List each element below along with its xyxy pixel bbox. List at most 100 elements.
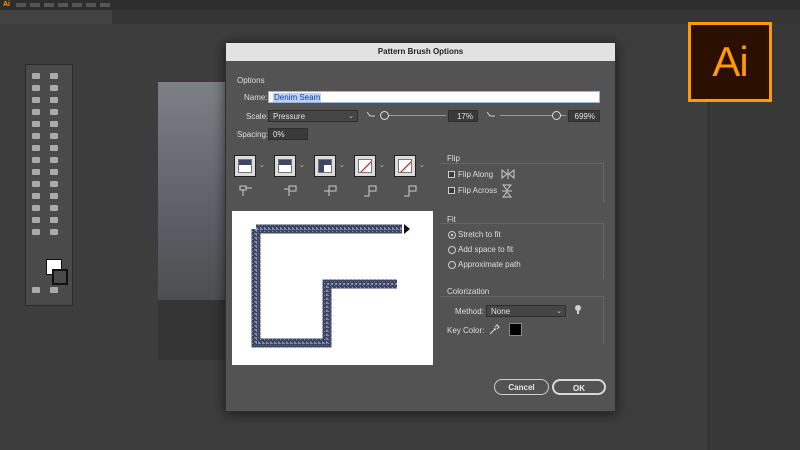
tips-lightbulb-icon[interactable]	[574, 304, 582, 316]
paintbrush-tool-icon[interactable]	[50, 121, 58, 127]
blend-tool-icon[interactable]	[50, 193, 58, 199]
name-value: Denim Seam	[273, 93, 322, 102]
inner-corner-type-icon	[324, 185, 337, 196]
eyedropper-tool-icon[interactable]	[32, 193, 40, 199]
cancel-button[interactable]: Cancel	[494, 379, 549, 395]
end-tile[interactable]	[394, 155, 416, 177]
flip-along-icon	[501, 169, 515, 179]
pen-tool-icon[interactable]	[32, 97, 40, 103]
shape-builder-tool-icon[interactable]	[32, 169, 40, 175]
method-dropdown[interactable]: None ⌄	[486, 305, 566, 317]
outer-corner-tile[interactable]	[274, 155, 296, 177]
menu-item[interactable]	[100, 3, 110, 7]
width-tool-icon[interactable]	[32, 157, 40, 163]
none-slash-icon	[398, 159, 412, 173]
outer-corner-type-icon	[284, 185, 297, 196]
app-mini-logo: Ai	[3, 1, 10, 8]
start-tile[interactable]	[354, 155, 376, 177]
menu-item[interactable]	[86, 3, 96, 7]
colorization-heading: Colorization	[447, 287, 490, 296]
pattern-brush-options-dialog: Pattern Brush Options Options Name: Deni…	[225, 42, 616, 412]
flip-across-checkbox[interactable]	[448, 187, 455, 194]
chevron-down-icon[interactable]: ⌄	[339, 161, 345, 169]
pattern-preview-path	[251, 224, 410, 348]
menu-item[interactable]	[72, 3, 82, 7]
name-field[interactable]: Denim Seam	[268, 91, 600, 103]
flip-group	[440, 163, 604, 203]
method-value: None	[491, 307, 511, 316]
flip-along-checkbox[interactable]	[448, 171, 455, 178]
inner-corner-tile[interactable]	[314, 155, 336, 177]
menu-item[interactable]	[44, 3, 54, 7]
screen-mode-icon[interactable]	[50, 287, 58, 293]
scale-max-field[interactable]: 699%	[568, 110, 600, 122]
key-color-label: Key Color:	[447, 326, 485, 335]
column-graph-tool-icon[interactable]	[50, 205, 58, 211]
ok-button[interactable]: OK	[552, 379, 606, 395]
brush-preview	[232, 211, 433, 365]
menu-item[interactable]	[30, 3, 40, 7]
stretch-to-fit-label: Stretch to fit	[458, 230, 501, 239]
approximate-path-label: Approximate path	[458, 260, 521, 269]
spacing-label: Spacing:	[237, 130, 269, 139]
lasso-tool-icon[interactable]	[50, 85, 58, 91]
hand-tool-icon[interactable]	[32, 229, 40, 235]
rectangle-tool-icon[interactable]	[32, 121, 40, 127]
pencil-tool-icon[interactable]	[32, 133, 40, 139]
document-tab[interactable]	[0, 10, 112, 24]
mesh-tool-icon[interactable]	[32, 181, 40, 187]
dialog-title: Pattern Brush Options	[226, 43, 615, 61]
none-slash-icon	[358, 159, 372, 173]
artboard	[158, 82, 228, 322]
side-tile-preview	[238, 159, 252, 173]
chevron-down-icon[interactable]: ⌄	[299, 161, 305, 169]
eyedropper-icon[interactable]	[488, 324, 500, 336]
side-tile[interactable]	[234, 155, 256, 177]
flip-heading: Flip	[447, 154, 460, 163]
chevron-down-icon: ⌄	[348, 113, 354, 120]
free-transform-tool-icon[interactable]	[50, 157, 58, 163]
selection-tool-icon[interactable]	[32, 73, 40, 79]
spacing-field[interactable]: 0%	[268, 128, 308, 140]
curvature-tool-icon[interactable]	[50, 97, 58, 103]
method-label: Method:	[455, 307, 484, 316]
chevron-down-icon[interactable]: ⌄	[379, 161, 385, 169]
zoom-tool-icon[interactable]	[50, 229, 58, 235]
approximate-path-radio[interactable]	[448, 261, 456, 269]
scale-dropdown[interactable]: Pressure ⌄	[268, 110, 358, 122]
scale-min-slider-track[interactable]	[380, 115, 446, 116]
artboard-tool-icon[interactable]	[32, 217, 40, 223]
pressure-max-icon	[486, 111, 495, 117]
scale-max-slider-knob[interactable]	[552, 111, 561, 120]
stretch-to-fit-radio[interactable]	[448, 231, 456, 239]
chevron-down-icon[interactable]: ⌄	[419, 161, 425, 169]
stroke-color-swatch[interactable]	[52, 269, 68, 285]
document-tab-bar	[0, 10, 800, 25]
scale-tool-icon[interactable]	[50, 145, 58, 151]
chevron-down-icon[interactable]: ⌄	[259, 161, 265, 169]
menu-item[interactable]	[16, 3, 26, 7]
direct-selection-tool-icon[interactable]	[50, 73, 58, 79]
scale-min-slider-knob[interactable]	[380, 111, 389, 120]
magic-wand-tool-icon[interactable]	[32, 85, 40, 91]
rotate-tool-icon[interactable]	[32, 145, 40, 151]
line-tool-icon[interactable]	[50, 109, 58, 115]
slice-tool-icon[interactable]	[50, 217, 58, 223]
add-space-to-fit-radio[interactable]	[448, 246, 456, 254]
scale-min-field[interactable]: 17%	[448, 110, 478, 122]
outer-corner-tile-preview	[278, 159, 292, 173]
key-color-swatch[interactable]	[509, 323, 522, 336]
type-tool-icon[interactable]	[32, 109, 40, 115]
eraser-tool-icon[interactable]	[50, 133, 58, 139]
symbol-sprayer-tool-icon[interactable]	[32, 205, 40, 211]
name-label: Name:	[244, 93, 268, 102]
side-tile-type-icon	[239, 185, 252, 196]
scale-label: Scale:	[246, 112, 269, 121]
gradient-tool-icon[interactable]	[50, 181, 58, 187]
add-space-to-fit-label: Add space to fit	[458, 245, 514, 254]
menu-item[interactable]	[58, 3, 68, 7]
perspective-grid-tool-icon[interactable]	[50, 169, 58, 175]
end-tile-type-icon	[404, 185, 417, 197]
drawing-mode-icon[interactable]	[32, 287, 40, 293]
tools-panel	[25, 64, 73, 306]
